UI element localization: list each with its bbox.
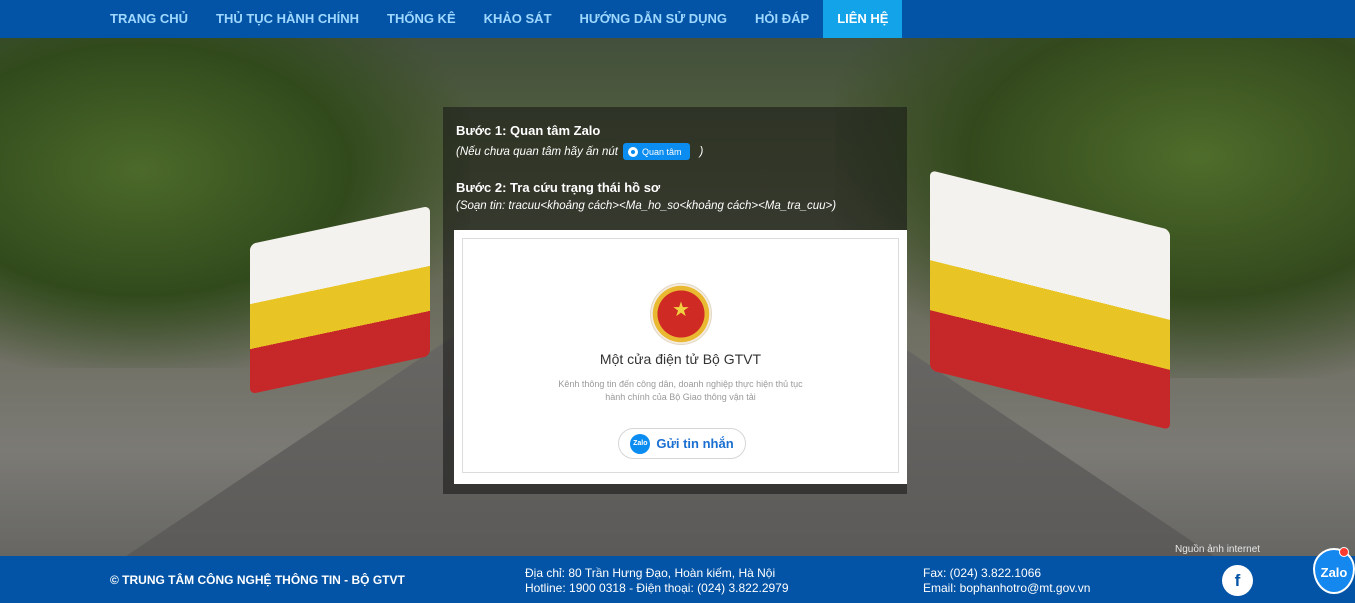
step1-note-suffix: ) <box>699 145 704 158</box>
nav-item-hoi-dap[interactable]: HỎI ĐÁP <box>741 0 823 38</box>
main-nav: TRANG CHỦ THỦ TỤC HÀNH CHÍNH THỐNG KÊ KH… <box>0 0 1355 38</box>
notification-dot-icon <box>1339 547 1349 557</box>
nav-item-trang-chu[interactable]: TRANG CHỦ <box>96 0 202 38</box>
send-message-label: Gửi tin nhắn <box>656 436 734 451</box>
zalo-chat-icon <box>628 146 638 157</box>
step1-note: (Nếu chưa quan tâm hãy ấn nút Quan tâm ) <box>456 143 836 160</box>
footer-copyright: © TRUNG TÂM CÔNG NGHỆ THÔNG TIN - BỘ GTV… <box>110 573 405 587</box>
zalo-widget-inner: ★ Một cửa điện tử Bộ GTVT Kênh thông tin… <box>462 238 899 473</box>
nav-item-huong-dan[interactable]: HƯỚNG DẪN SỬ DỤNG <box>566 0 742 38</box>
image-credit: Nguồn ảnh internet <box>1175 544 1261 555</box>
zalo-float-label: Zalo <box>1320 565 1348 580</box>
footer-fax: Fax: (024) 3.822.1066 <box>923 566 1042 580</box>
nav-item-lien-he[interactable]: LIÊN HỆ <box>823 0 903 38</box>
zalo-widget: ★ Một cửa điện tử Bộ GTVT Kênh thông tin… <box>454 230 907 484</box>
footer: © TRUNG TÂM CÔNG NGHỆ THÔNG TIN - BỘ GTV… <box>0 556 1355 603</box>
nav-item-khao-sat[interactable]: KHẢO SÁT <box>470 0 566 38</box>
nav-item-thong-ke[interactable]: THỐNG KÊ <box>373 0 470 38</box>
footer-address: Địa chỉ: 80 Trần Hưng Đạo, Hoàn kiếm, Hà… <box>525 566 776 580</box>
step2-note: (Soạn tin: tracuu<khoảng cách><Ma_ho_so<… <box>456 200 837 212</box>
step2-title: Bước 2: Tra cứu trạng thái hồ sơ <box>456 180 661 195</box>
facebook-icon[interactable]: f <box>1222 565 1253 596</box>
widget-description: Kênh thông tin đến công dân, doanh nghiệ… <box>558 379 803 402</box>
step1-title: Bước 1: Quan tâm Zalo <box>456 123 601 138</box>
footer-fax-email: Fax: (024) 3.822.1066 Email: bophanhotro… <box>923 566 1090 596</box>
follow-zalo-button[interactable]: Quan tâm <box>623 143 690 160</box>
footer-hotline: Hotline: 1900 0318 - Điện thoại: (024) 3… <box>525 581 789 595</box>
send-message-button[interactable]: Zalo Gửi tin nhắn <box>618 428 746 459</box>
nav-item-thu-tuc[interactable]: THỦ TỤC HÀNH CHÍNH <box>202 0 373 38</box>
step1-note-prefix: (Nếu chưa quan tâm hãy ấn nút <box>456 145 618 158</box>
widget-title: Một cửa điện tử Bộ GTVT <box>599 351 762 367</box>
zalo-steps: Bước 1: Quan tâm Zalo (Nếu chưa quan tâm… <box>456 123 836 212</box>
zalo-icon: Zalo <box>630 433 651 454</box>
footer-contact: Địa chỉ: 80 Trần Hưng Đạo, Hoàn kiếm, Hà… <box>525 566 789 596</box>
follow-zalo-label: Quan tâm <box>642 146 682 157</box>
star-icon: ★ <box>672 299 690 321</box>
national-emblem-icon: ★ <box>650 283 712 345</box>
footer-email[interactable]: Email: bophanhotro@mt.gov.vn <box>923 581 1090 596</box>
